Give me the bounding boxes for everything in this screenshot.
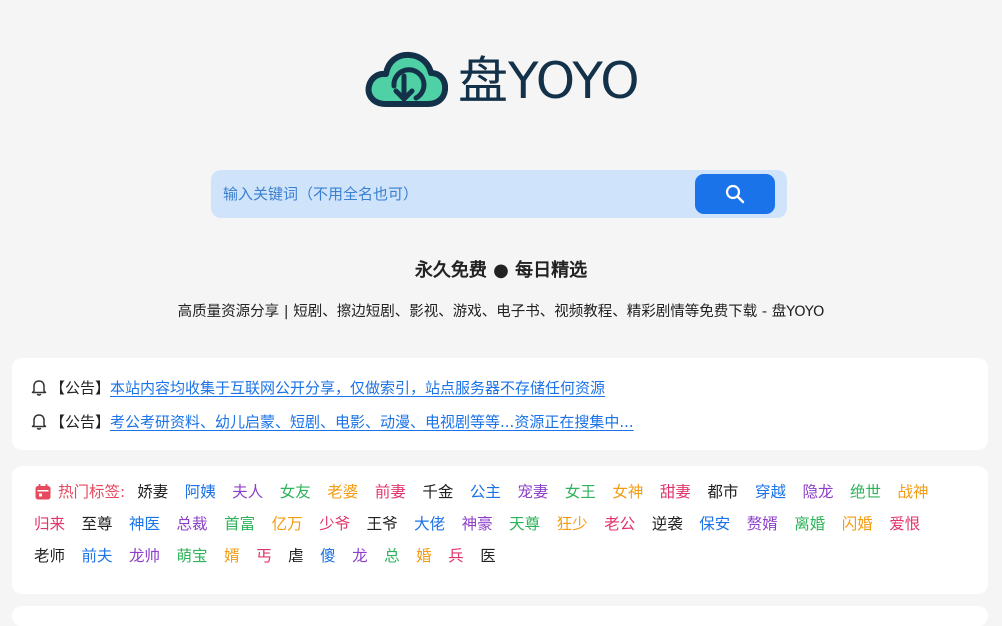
site-description: 高质量资源分享 | 短剧、擦边短剧、影视、游戏、电子书、视频教程、精彩剧情等免费… xyxy=(177,304,825,320)
hot-tag-link[interactable]: 少爷 xyxy=(319,512,350,536)
logo-text: 盘YOYO xyxy=(458,52,640,110)
hot-tag-link[interactable]: 萌宝 xyxy=(177,544,208,568)
hot-tag-link[interactable]: 战神 xyxy=(897,480,928,504)
notice-link[interactable]: 考公考研资料、幼儿启蒙、短剧、电影、动漫、电视剧等等...资源正在搜集中... xyxy=(110,411,634,432)
hot-tag-link[interactable]: 女王 xyxy=(565,480,596,504)
hot-tag-link[interactable]: 保安 xyxy=(699,512,730,536)
hot-tag-link[interactable]: 至尊 xyxy=(82,512,113,536)
hot-tag-link[interactable]: 医 xyxy=(480,544,496,568)
hot-tag-link[interactable]: 归来 xyxy=(34,512,65,536)
hot-tag-link[interactable]: 娇妻 xyxy=(137,480,168,504)
hot-tag-link[interactable]: 千金 xyxy=(422,480,453,504)
search-button[interactable] xyxy=(695,174,775,214)
hot-tag-link[interactable]: 爱恨 xyxy=(889,512,920,536)
next-card xyxy=(12,606,988,626)
search-icon xyxy=(725,184,745,204)
hot-tag-link[interactable]: 老公 xyxy=(604,512,635,536)
hot-tag-link[interactable]: 女友 xyxy=(280,480,311,504)
hot-tag-link[interactable]: 都市 xyxy=(707,480,738,504)
hot-tag-link[interactable]: 宠妻 xyxy=(517,480,548,504)
hot-tag-link[interactable]: 夫人 xyxy=(232,480,263,504)
hot-tag-link[interactable]: 总裁 xyxy=(177,512,208,536)
hot-tags-heading: 热门标签: xyxy=(34,480,125,504)
hot-tag-link[interactable]: 女神 xyxy=(612,480,643,504)
bell-icon xyxy=(31,380,47,396)
hot-tags-card: 热门标签: 娇妻 阿姨 夫人 女友 老婆 前妻 千金 公主 宠妻 女王 女神 甜妻 都市 穿越 隐龙 绝世 战神… xyxy=(12,466,988,594)
hot-tag-link[interactable]: 绝世 xyxy=(850,480,881,504)
hot-tag-link[interactable]: 大佬 xyxy=(414,512,445,536)
bell-icon xyxy=(31,414,47,430)
hot-tag-link[interactable]: 虐 xyxy=(288,544,304,568)
notice-link[interactable]: 本站内容均收集于互联网公开分享，仅做索引，站点服务器不存储任何资源 xyxy=(110,377,605,398)
hot-tag-link[interactable]: 王爷 xyxy=(367,512,398,536)
cloud-download-icon xyxy=(364,46,448,116)
search-input[interactable] xyxy=(211,170,691,218)
hot-tag-link[interactable]: 狂少 xyxy=(557,512,588,536)
hot-tag-link[interactable]: 天尊 xyxy=(509,512,540,536)
hot-tag-link[interactable]: 公主 xyxy=(470,480,501,504)
hot-tag-link[interactable]: 逆袭 xyxy=(652,512,683,536)
notice-card: 【公告】 本站内容均收集于互联网公开分享，仅做索引，站点服务器不存储任何资源 【… xyxy=(12,358,988,450)
calendar-icon xyxy=(35,484,51,500)
hot-tag-link[interactable]: 婚 xyxy=(416,544,432,568)
hot-tag-link[interactable]: 阿姨 xyxy=(185,480,216,504)
hot-tag-link[interactable]: 神豪 xyxy=(462,512,493,536)
hot-tag-link[interactable]: 兵 xyxy=(448,544,464,568)
notice-label: 【公告】 xyxy=(50,378,111,397)
hot-tag-link[interactable]: 老婆 xyxy=(327,480,358,504)
hot-tags-label: 热门标签: xyxy=(58,483,126,501)
hot-tag-link[interactable]: 甜妻 xyxy=(660,480,691,504)
hot-tag-link[interactable]: 离婚 xyxy=(794,512,825,536)
logo[interactable]: 盘YOYO xyxy=(364,46,640,116)
hot-tag-link[interactable]: 亿万 xyxy=(272,512,303,536)
hot-tag-link[interactable]: 首富 xyxy=(224,512,255,536)
hot-tag-link[interactable]: 婿 xyxy=(224,544,240,568)
hot-tag-link[interactable]: 老师 xyxy=(34,544,65,568)
hot-tag-link[interactable]: 傻 xyxy=(320,544,336,568)
hot-tag-link[interactable]: 闪婚 xyxy=(842,512,873,536)
notice-label: 【公告】 xyxy=(50,412,111,431)
notice-item: 【公告】 本站内容均收集于互联网公开分享，仅做索引，站点服务器不存储任何资源 xyxy=(30,370,970,404)
hot-tag-link[interactable]: 赘婿 xyxy=(747,512,778,536)
hot-tag-link[interactable]: 龙 xyxy=(352,544,368,568)
hot-tag-link[interactable]: 神医 xyxy=(129,512,160,536)
hot-tag-link[interactable]: 前妻 xyxy=(375,480,406,504)
hot-tag-link[interactable]: 前夫 xyxy=(82,544,113,568)
hot-tag-link[interactable]: 穿越 xyxy=(755,480,786,504)
hot-tag-link[interactable]: 隐龙 xyxy=(802,480,833,504)
notice-item: 【公告】 考公考研资料、幼儿启蒙、短剧、电影、动漫、电视剧等等...资源正在搜集… xyxy=(30,404,970,438)
slogan: 永久免费 ● 每日精选 xyxy=(414,260,588,281)
hot-tag-link[interactable]: 龙帅 xyxy=(129,544,160,568)
hot-tag-link[interactable]: 总 xyxy=(384,544,400,568)
hot-tags-list: 热门标签: 娇妻 阿姨 夫人 女友 老婆 前妻 千金 公主 宠妻 女王 女神 甜妻 都市 穿越 隐龙 绝世 战神… xyxy=(34,480,972,568)
search-bar xyxy=(211,170,787,218)
hot-tag-link[interactable]: 丐 xyxy=(256,544,272,568)
